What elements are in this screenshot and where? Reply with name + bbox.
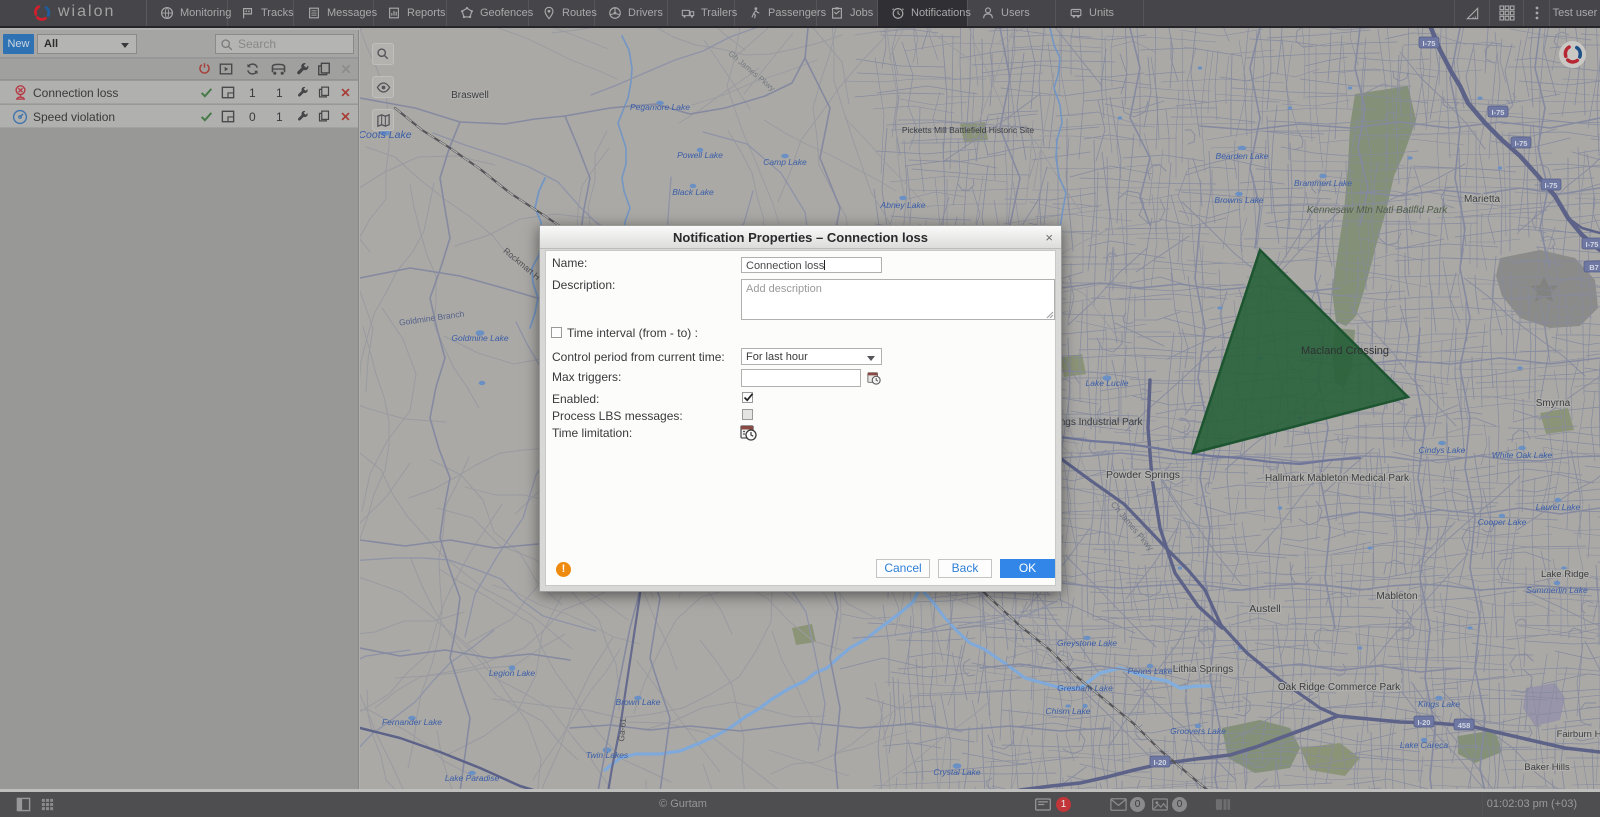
svg-text:Marietta: Marietta <box>1464 194 1501 205</box>
svg-text:Smyrna: Smyrna <box>1536 398 1571 409</box>
svg-text:B7: B7 <box>1589 263 1599 272</box>
svg-text:Lake Careca: Lake Careca <box>1400 740 1448 750</box>
svg-text:Legion Lake: Legion Lake <box>489 668 536 678</box>
svg-text:Kings Lake: Kings Lake <box>1418 699 1460 709</box>
svg-text:Mableton: Mableton <box>1376 591 1417 602</box>
svg-text:Fernander Lake: Fernander Lake <box>382 717 442 727</box>
svg-text:Lake Paradise: Lake Paradise <box>445 773 500 783</box>
svg-text:Powell Lake: Powell Lake <box>677 150 723 160</box>
svg-text:Lithia Springs: Lithia Springs <box>1173 664 1234 675</box>
svg-text:Groovers Lake: Groovers Lake <box>1170 726 1226 736</box>
svg-text:Greystone Lake: Greystone Lake <box>1057 638 1117 648</box>
svg-text:Lake Ridge: Lake Ridge <box>1541 569 1589 580</box>
svg-text:Ga-61: Ga-61 <box>616 717 628 742</box>
svg-text:Abney Lake: Abney Lake <box>880 200 926 210</box>
svg-text:Braswell: Braswell <box>451 90 489 101</box>
svg-text:I-75: I-75 <box>1515 139 1528 148</box>
svg-text:Crystal Lake: Crystal Lake <box>933 767 981 777</box>
svg-text:I-20: I-20 <box>1154 758 1167 767</box>
svg-text:Summerlin Lake: Summerlin Lake <box>1526 585 1588 595</box>
svg-text:ings Industrial Park: ings Industrial Park <box>1057 417 1143 428</box>
svg-text:Brammert Lake: Brammert Lake <box>1294 178 1352 188</box>
svg-text:Fairburn H: Fairburn H <box>1557 729 1600 740</box>
svg-text:Powder Springs: Powder Springs <box>1106 469 1180 481</box>
svg-text:Baker Hills: Baker Hills <box>1524 762 1570 773</box>
svg-text:458: 458 <box>1458 721 1471 730</box>
svg-text:Browns Lake: Browns Lake <box>1214 195 1263 205</box>
svg-text:Kennesaw Mtn Natl Batlfld Park: Kennesaw Mtn Natl Batlfld Park <box>1307 205 1449 216</box>
svg-text:I-75: I-75 <box>1586 240 1599 249</box>
svg-text:Penns Lake: Penns Lake <box>1128 666 1173 676</box>
svg-text:Goldmine Lake: Goldmine Lake <box>451 333 508 343</box>
svg-text:I-20: I-20 <box>1418 718 1431 727</box>
svg-text:Bearden Lake: Bearden Lake <box>1216 151 1269 161</box>
svg-text:Cindys Lake: Cindys Lake <box>1419 445 1466 455</box>
svg-text:Twin Lakes: Twin Lakes <box>586 750 629 760</box>
svg-text:Brown Lake: Brown Lake <box>616 697 661 707</box>
svg-text:Cooper Lake: Cooper Lake <box>1478 517 1527 527</box>
svg-text:Gresham Lake: Gresham Lake <box>1057 683 1113 693</box>
svg-text:White Oak Lake: White Oak Lake <box>1492 450 1553 460</box>
svg-text:I-75: I-75 <box>1492 108 1505 117</box>
svg-text:I-75: I-75 <box>1545 181 1558 190</box>
svg-text:Austell: Austell <box>1249 603 1281 615</box>
svg-text:Macland Crossing: Macland Crossing <box>1301 345 1389 357</box>
svg-text:Oak Ridge Commerce Park: Oak Ridge Commerce Park <box>1278 682 1401 693</box>
svg-text:Lake Lucile: Lake Lucile <box>1085 378 1128 388</box>
svg-text:Pegamore Lake: Pegamore Lake <box>630 102 690 112</box>
svg-text:I-75: I-75 <box>1423 39 1436 48</box>
svg-text:Camp Lake: Camp Lake <box>763 157 807 167</box>
svg-text:Chism Lake: Chism Lake <box>1046 706 1091 716</box>
svg-text:Hallmark Mableton Medical Park: Hallmark Mableton Medical Park <box>1265 473 1410 484</box>
svg-text:Laurel Lake: Laurel Lake <box>1536 502 1581 512</box>
svg-text:Picketts Mill Battlefield Hist: Picketts Mill Battlefield Historic Site <box>902 125 1035 135</box>
svg-text:Black Lake: Black Lake <box>672 187 714 197</box>
